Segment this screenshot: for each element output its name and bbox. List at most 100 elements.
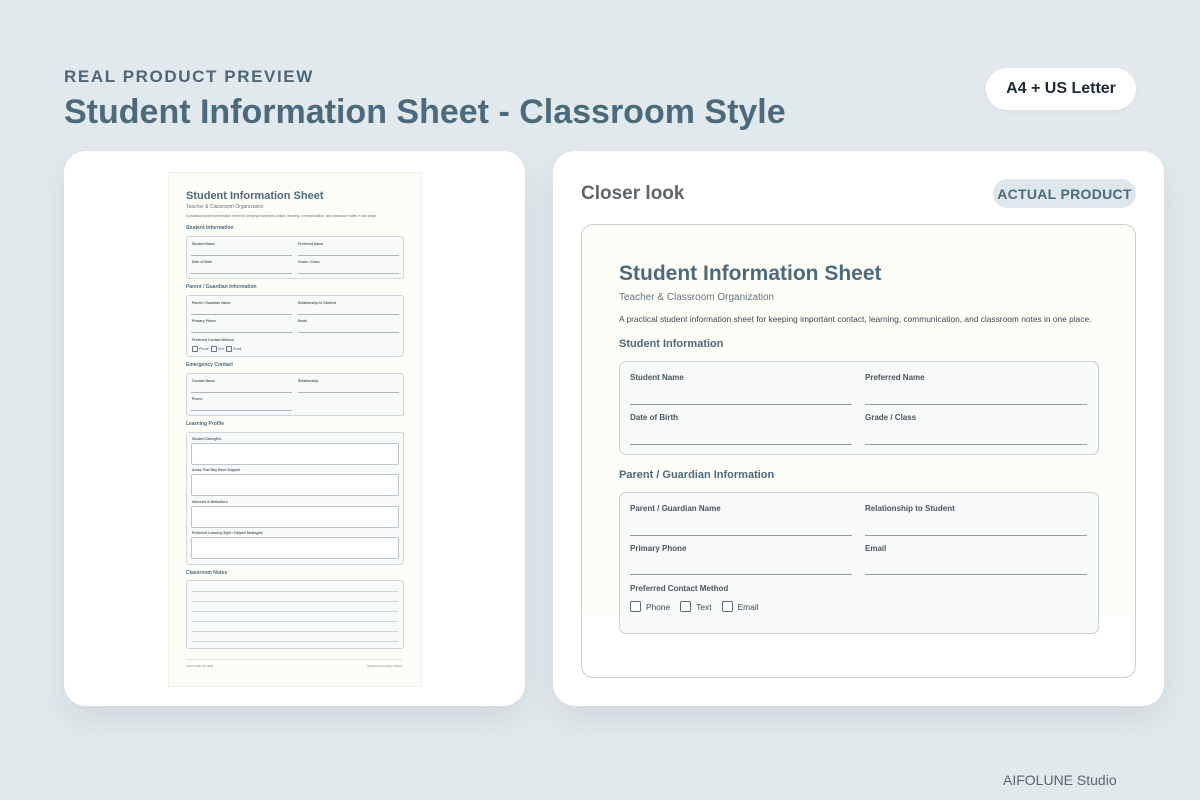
mini-notes-heading: Classroom Notes (186, 570, 228, 576)
mini-field-line (298, 273, 399, 274)
mini-option-phone: Phone (199, 346, 209, 351)
field-label-email: Email (865, 544, 887, 553)
mini-field-line (191, 332, 292, 333)
mini-parent-heading: Parent / Guardian Information (186, 284, 257, 290)
date-of-birth-line (630, 444, 852, 445)
mini-field-line (298, 314, 399, 315)
email-line (865, 574, 1087, 575)
contact-method-options: Phone Text Email (630, 601, 769, 612)
checkbox-icon (210, 346, 217, 352)
zoom-frame: Student Information Sheet Teacher & Clas… (581, 224, 1136, 678)
mini-field-line (298, 255, 399, 256)
page-title: Student Information Sheet - Classroom St… (64, 93, 786, 131)
mini-field-label: Preferred Learning Style / Helpful Strat… (192, 531, 264, 535)
mini-field-label: Student Strengths (192, 437, 222, 441)
parent-guardian-heading: Parent / Guardian Information (619, 469, 775, 481)
mini-note-line (192, 641, 398, 642)
mini-note-line (192, 611, 398, 612)
mini-field-line (191, 314, 292, 315)
contact-option-phone: Phone (630, 601, 670, 612)
checkbox-icon (721, 601, 733, 612)
mini-field-line (298, 332, 399, 333)
checkbox-icon (192, 346, 198, 352)
mini-field-line (191, 392, 292, 393)
sheet-description: A practical student information sheet fo… (619, 314, 1092, 324)
field-label-date-of-birth: Date of Birth (630, 413, 678, 422)
mini-field-label: Email (298, 319, 308, 323)
mini-text-area (191, 506, 399, 528)
student-name-line (630, 404, 852, 405)
mini-field-label: Relationship (298, 379, 319, 383)
mini-sheet-subtitle: Teacher & Classroom Organization (186, 204, 264, 210)
closer-look-card: Closer look ACTUAL PRODUCT Student Infor… (553, 151, 1164, 706)
checkbox-icon (630, 601, 641, 612)
contact-method-label: Preferred Contact Method (630, 584, 729, 593)
mini-field-line (298, 392, 399, 393)
mini-notes-box (186, 580, 404, 649)
mini-text-area (191, 537, 399, 559)
field-label-primary-phone: Primary Phone (630, 544, 687, 553)
mini-text-area (191, 474, 399, 496)
mini-footer-right: Student Information Sheet (367, 664, 402, 668)
mini-field-line (191, 273, 292, 274)
checkbox-icon (680, 601, 692, 612)
eyebrow-label: REAL PRODUCT PREVIEW (64, 67, 314, 86)
mini-parent-box: Parent / Guardian Name Relationship to S… (186, 295, 404, 357)
mini-field-label: Date of Birth (192, 260, 213, 264)
mini-field-label: Contact Name (192, 379, 215, 383)
parent-guardian-box: Parent / Guardian Name Relationship to S… (619, 492, 1099, 634)
mini-note-line (192, 631, 398, 632)
field-label-parent-name: Parent / Guardian Name (630, 504, 721, 513)
mini-field-line (191, 255, 292, 256)
actual-product-badge: ACTUAL PRODUCT (993, 179, 1136, 208)
mini-footer-left: AIFOLUNE STUDIO (186, 664, 214, 668)
mini-field-label: Relationship to Student (298, 301, 337, 305)
contact-option-label: Text (696, 601, 712, 612)
mini-field-label: Student Name (192, 242, 215, 246)
zoomed-sheet-page: Student Information Sheet Teacher & Clas… (582, 225, 1135, 634)
mini-field-label: Interests & Motivators (192, 500, 228, 504)
field-label-relationship: Relationship to Student (865, 504, 955, 513)
mini-option-email: Email (232, 346, 242, 351)
mini-field-line (191, 410, 292, 411)
mini-footer-divider (186, 659, 402, 660)
checkbox-icon (225, 346, 232, 352)
mini-field-label: Primary Phone (192, 319, 216, 323)
field-label-student-name: Student Name (630, 373, 684, 382)
contact-option-email: Email (721, 601, 759, 612)
mini-emergency-box: Contact Name Relationship Phone (186, 373, 404, 416)
contact-option-label: Email (737, 601, 759, 612)
mini-field-label: Parent / Guardian Name (192, 301, 231, 305)
mini-contact-method-label: Preferred Contact Method (192, 338, 234, 342)
mini-note-line (192, 621, 398, 622)
mini-learning-heading: Learning Profile (186, 421, 225, 427)
format-badge: A4 + US Letter (986, 68, 1136, 110)
mini-field-label: Phone (192, 397, 203, 401)
mini-emergency-heading: Emergency Contact (186, 362, 233, 368)
mini-sheet-page: Student Information Sheet Teacher & Clas… (169, 173, 421, 686)
mini-note-line (192, 591, 398, 592)
field-label-preferred-name: Preferred Name (865, 373, 925, 382)
sheet-subtitle: Teacher & Classroom Organization (619, 292, 775, 303)
student-information-heading: Student Information (619, 338, 724, 350)
student-information-box: Student Name Preferred Name Date of Birt… (619, 361, 1099, 455)
grade-class-line (865, 444, 1087, 445)
mini-student-box: Student Name Preferred Name Date of Birt… (186, 236, 404, 279)
mini-text-area (191, 443, 399, 465)
contact-option-label: Phone (646, 601, 671, 612)
mini-student-heading: Student Information (186, 225, 234, 231)
primary-phone-line (630, 574, 852, 575)
mini-field-label: Areas That May Need Support (192, 468, 241, 472)
preferred-name-line (865, 404, 1087, 405)
studio-credit: AIFOLUNE Studio (1003, 772, 1117, 788)
parent-name-line (630, 535, 852, 536)
closer-look-title: Closer look (581, 183, 685, 204)
contact-option-text: Text (680, 601, 712, 612)
mini-learning-box: Student Strengths Areas That May Need Su… (186, 432, 404, 565)
relationship-line (865, 535, 1087, 536)
sheet-title: Student Information Sheet (619, 262, 882, 285)
full-preview-card: Student Information Sheet Teacher & Clas… (64, 151, 525, 706)
field-label-grade-class: Grade / Class (865, 413, 917, 422)
mini-field-label: Grade / Class (298, 260, 320, 264)
mini-option-text: Text (217, 346, 224, 351)
